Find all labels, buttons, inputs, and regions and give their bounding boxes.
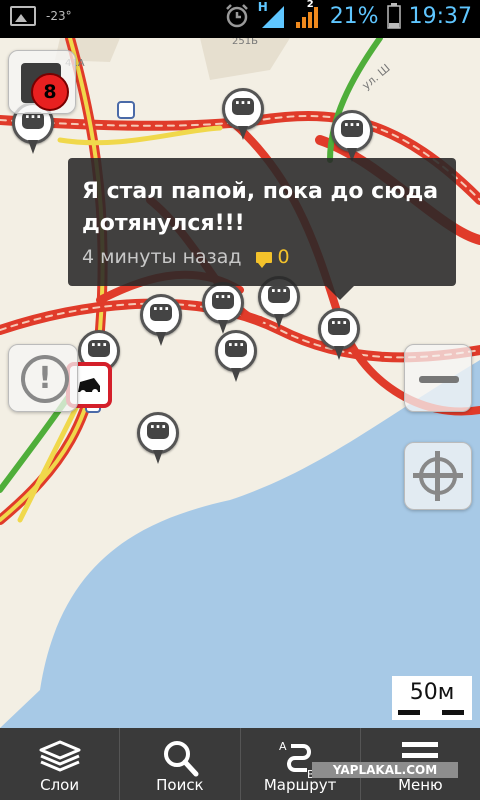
minus-icon xyxy=(419,376,459,383)
traffic-level-button[interactable]: 8 xyxy=(8,50,76,114)
my-location-button[interactable] xyxy=(404,442,472,510)
clock: 19:37 xyxy=(408,3,472,29)
nav-layers-button[interactable]: Слои xyxy=(0,728,121,800)
battery-icon xyxy=(386,3,401,29)
chat-pin[interactable] xyxy=(318,308,360,362)
signal-sim2-icon: 2 xyxy=(294,0,322,30)
chat-pin[interactable] xyxy=(202,282,244,336)
layers-icon xyxy=(39,740,81,772)
comment-count: 0 xyxy=(277,246,290,268)
battery-percent: 21% xyxy=(329,3,379,29)
popup-pointer xyxy=(326,286,354,300)
scale-label: 50м xyxy=(409,680,455,705)
chat-popup[interactable]: Я стал папой, пока до сюда дотянулся!!! … xyxy=(68,158,456,300)
signal-sim1-icon: H xyxy=(258,0,286,30)
popup-message: Я стал папой, пока до сюда дотянулся!!! xyxy=(82,179,439,236)
image-notification-icon xyxy=(10,6,36,26)
crosshair-icon xyxy=(413,451,463,501)
search-icon xyxy=(163,741,199,777)
alarm-icon xyxy=(225,4,248,28)
traffic-score-badge: 8 xyxy=(31,73,69,111)
map-scale: 50м xyxy=(392,676,472,720)
scale-bar xyxy=(398,710,464,715)
exclamation-icon: ! xyxy=(21,355,69,403)
nav-menu-label: Меню xyxy=(398,776,443,794)
status-bar: -23° H 2 21% 19:37 xyxy=(0,0,480,38)
nav-layers-label: Слои xyxy=(40,776,80,794)
chat-pin[interactable] xyxy=(137,412,179,466)
comment-icon xyxy=(255,251,272,268)
chat-pin[interactable] xyxy=(215,330,257,384)
nav-search-label: Поиск xyxy=(156,776,204,794)
chat-pin[interactable] xyxy=(331,110,373,164)
watermark: YAPLAKAL.COM xyxy=(312,762,458,778)
street-label: 251Б xyxy=(232,38,258,47)
chat-pin[interactable] xyxy=(140,294,182,348)
popup-meta: 4 минуты назад 0 xyxy=(82,246,290,268)
popup-time: 4 минуты назад xyxy=(82,246,242,268)
chat-pin[interactable] xyxy=(222,88,264,142)
svg-text:A: A xyxy=(279,740,287,753)
report-event-button[interactable]: ! xyxy=(8,344,78,412)
zoom-out-button[interactable] xyxy=(404,344,472,412)
temperature-label: -23° xyxy=(46,9,72,23)
nav-route-label: Маршрут xyxy=(263,776,337,794)
bus-stop-icon xyxy=(117,101,135,119)
nav-search-button[interactable]: Поиск xyxy=(120,728,241,800)
